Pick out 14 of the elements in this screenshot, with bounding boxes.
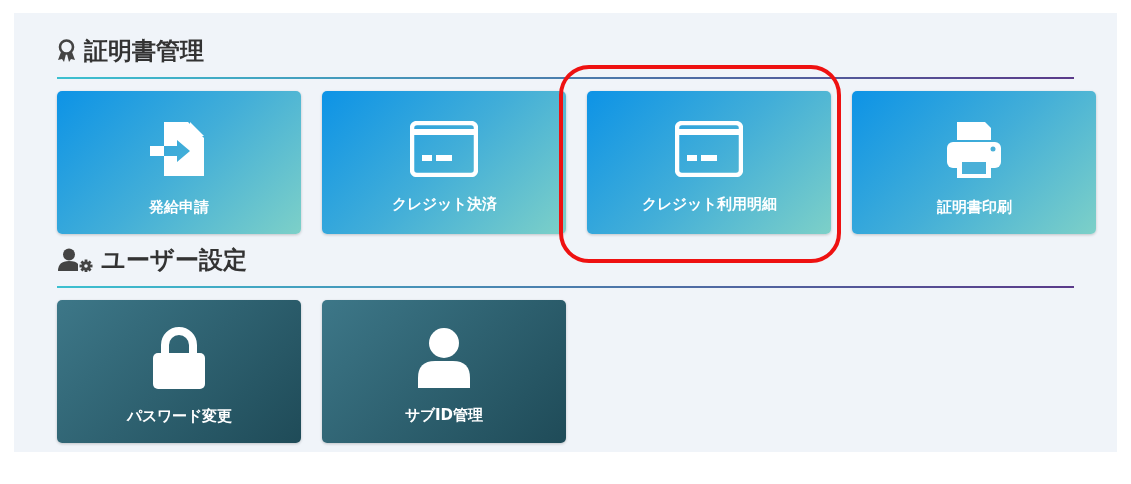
award-ribbon-icon (57, 39, 76, 63)
menu-tile[interactable]: 発給申請 (57, 91, 301, 234)
menu-tile[interactable]: 証明書印刷 (852, 91, 1096, 234)
menu-tile[interactable]: サブID管理 (322, 300, 566, 443)
menu-tile[interactable]: クレジット利用明細 (587, 91, 831, 234)
padlock-icon (153, 327, 205, 389)
section-title: ユーザー設定 (101, 245, 247, 276)
credit-card-icon (675, 121, 743, 177)
section-title: 証明書管理 (84, 36, 204, 67)
menu-tile[interactable]: クレジット決済 (322, 91, 566, 234)
menu-tile[interactable]: パスワード変更 (57, 300, 301, 443)
credit-card-icon (410, 121, 478, 177)
user-gear-icon (57, 248, 93, 272)
user-icon (418, 328, 470, 388)
